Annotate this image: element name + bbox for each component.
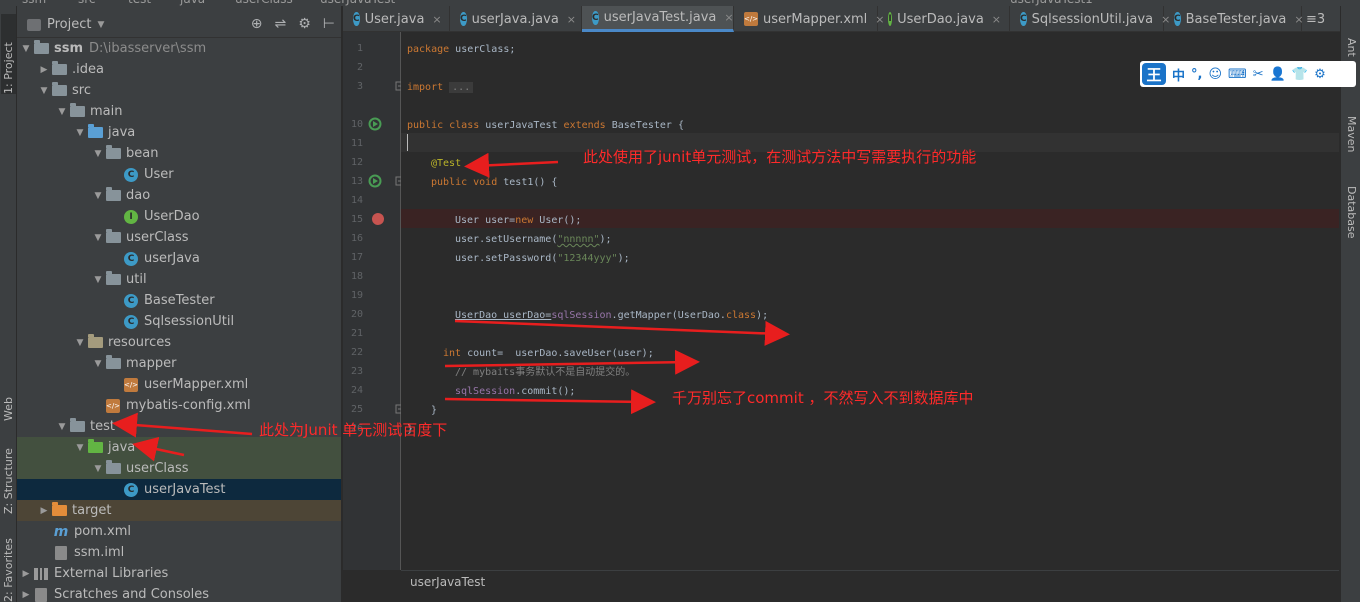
annotation-arrow (112, 412, 253, 438)
annotation-commit: 千万别忘了commit ，不然写入不到数据库中 (672, 389, 974, 407)
annotation-arrow (132, 436, 185, 462)
annotation-arrow (464, 152, 559, 178)
annotation-junit: 此处使用了junit单元测试，在测试方法中写需要执行的功能 (583, 148, 977, 166)
annotation-arrow (454, 319, 790, 346)
annotation-arrow (444, 349, 700, 375)
annotation-arrow (444, 389, 656, 415)
annotation-arrows (112, 152, 790, 462)
annotation-junit-dir: 此处为Junit 单元测试百度下 (259, 421, 448, 439)
